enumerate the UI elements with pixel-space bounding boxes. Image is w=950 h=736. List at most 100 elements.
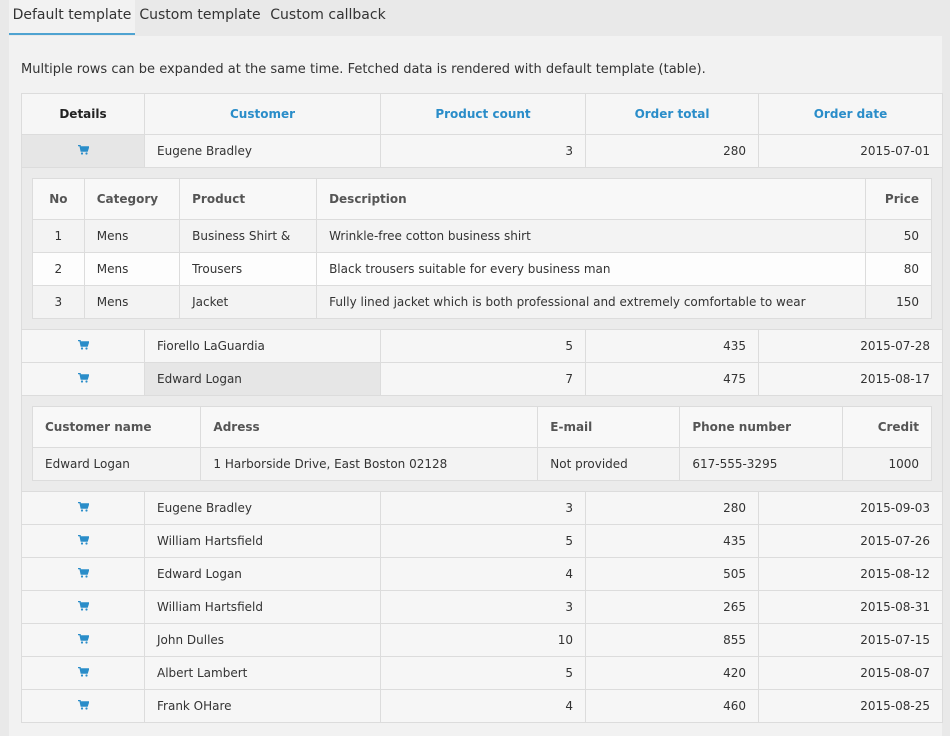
detail-row: 1 Mens Business Shirt & Wrinkle-free cot…	[32, 219, 932, 253]
order-total-cell: 435	[585, 524, 759, 558]
grid-header-row: Details Customer Product count Order tot…	[21, 93, 943, 135]
expand-details-button[interactable]	[21, 329, 145, 363]
detail-cell: Mens	[83, 285, 181, 319]
order-date-cell: 2015-07-28	[758, 329, 943, 363]
expand-details-button[interactable]	[21, 656, 145, 690]
detail-cell: 617-555-3295	[679, 447, 843, 481]
shopping-cart-icon	[77, 633, 89, 647]
detail-header: Phone number	[679, 406, 843, 448]
order-date-cell: 2015-08-25	[758, 689, 943, 723]
detail-cell: Black trousers suitable for every busine…	[316, 252, 867, 286]
order-date-cell: 2015-07-26	[758, 524, 943, 558]
detail-cell: Fully lined jacket which is both profess…	[316, 285, 867, 319]
product-count-cell: 5	[380, 524, 586, 558]
tab-default-template[interactable]: Default template	[9, 0, 135, 35]
detail-header: Description	[316, 178, 867, 220]
detail-header: Adress	[200, 406, 539, 448]
detail-header-row: Customer name Adress E-mail Phone number…	[31, 406, 933, 448]
order-date-cell: 2015-07-01	[758, 134, 943, 168]
detail-cell: 1 Harborside Drive, East Boston 02128	[200, 447, 539, 481]
detail-row: 3 Mens Jacket Fully lined jacket which i…	[32, 285, 932, 319]
order-total-cell: 475	[585, 362, 759, 396]
detail-container: Customer name Adress E-mail Phone number…	[21, 395, 943, 492]
product-count-cell: 3	[380, 134, 586, 168]
orders-grid: Details Customer Product count Order tot…	[21, 93, 943, 723]
order-total-cell: 435	[585, 329, 759, 363]
product-count-cell: 3	[380, 491, 586, 525]
table-row[interactable]: Edward Logan 7 475 2015-08-17	[21, 362, 943, 396]
remaining-rows: Eugene Bradley 3 280 2015-09-03 William Hart…	[21, 491, 943, 723]
detail-header: Product	[179, 178, 318, 220]
detail-header-row: No Category Product Description Price	[32, 178, 932, 220]
expand-details-button[interactable]	[21, 524, 145, 558]
order-date-cell: 2015-07-15	[758, 623, 943, 657]
detail-header: Category	[83, 178, 181, 220]
header-order-date[interactable]: Order date	[758, 93, 943, 135]
order-total-cell: 280	[585, 134, 759, 168]
customer-cell: Eugene Bradley	[144, 134, 381, 168]
header-details: Details	[21, 93, 145, 135]
detail-cell: 1000	[841, 447, 933, 481]
detail-header: Price	[865, 178, 932, 220]
shopping-cart-icon	[77, 534, 89, 548]
expand-details-button[interactable]	[21, 623, 145, 657]
shopping-cart-icon	[77, 699, 89, 713]
product-count-cell: 4	[380, 557, 586, 591]
expand-details-button[interactable]	[21, 362, 145, 396]
header-customer[interactable]: Customer	[144, 93, 381, 135]
customer-cell: William Hartsfield	[144, 590, 381, 624]
customer-cell: Frank OHare	[144, 689, 381, 723]
order-total-cell: 280	[585, 491, 759, 525]
table-row[interactable]: Eugene Bradley 3 280 2015-09-03	[21, 491, 943, 525]
order-date-cell: 2015-08-07	[758, 656, 943, 690]
table-row[interactable]: William Hartsfield 5 435 2015-07-26	[21, 524, 943, 558]
table-row[interactable]: John Dulles 10 855 2015-07-15	[21, 623, 943, 657]
shopping-cart-icon	[77, 372, 89, 386]
product-count-cell: 7	[380, 362, 586, 396]
table-row[interactable]: Albert Lambert 5 420 2015-08-07	[21, 656, 943, 690]
order-total-cell: 460	[585, 689, 759, 723]
detail-container: No Category Product Description Price 1 …	[21, 167, 943, 330]
header-order-total[interactable]: Order total	[585, 93, 759, 135]
expand-details-button[interactable]	[21, 557, 145, 591]
detail-cell: 3	[32, 285, 85, 319]
detail-cell: Edward Logan	[31, 447, 202, 481]
detail-cell: 1	[32, 219, 85, 253]
customer-cell: John Dulles	[144, 623, 381, 657]
order-date-cell: 2015-08-31	[758, 590, 943, 624]
customer-detail-table: Customer name Adress E-mail Phone number…	[31, 406, 933, 481]
expand-details-button[interactable]	[21, 134, 145, 168]
detail-row: 2 Mens Trousers Black trousers suitable …	[32, 252, 932, 286]
table-row[interactable]: Eugene Bradley 3 280 2015-07-01	[21, 134, 943, 168]
detail-cell: Wrinkle-free cotton business shirt	[316, 219, 867, 253]
customer-cell: Albert Lambert	[144, 656, 381, 690]
header-product-count[interactable]: Product count	[380, 93, 586, 135]
detail-cell: Trousers	[179, 252, 318, 286]
table-row[interactable]: Frank OHare 4 460 2015-08-25	[21, 689, 943, 723]
expand-details-button[interactable]	[21, 689, 145, 723]
expand-details-button[interactable]	[21, 491, 145, 525]
table-row[interactable]: Edward Logan 4 505 2015-08-12	[21, 557, 943, 591]
expand-details-button[interactable]	[21, 590, 145, 624]
order-total-cell: 505	[585, 557, 759, 591]
product-count-cell: 5	[380, 656, 586, 690]
detail-cell: Jacket	[179, 285, 318, 319]
tab-custom-template[interactable]: Custom template	[137, 0, 263, 33]
order-date-cell: 2015-08-12	[758, 557, 943, 591]
customer-cell: Edward Logan	[144, 557, 381, 591]
table-row[interactable]: William Hartsfield 3 265 2015-08-31	[21, 590, 943, 624]
table-row[interactable]: Fiorello LaGuardia 5 435 2015-07-28	[21, 329, 943, 363]
detail-cell: 50	[865, 219, 932, 253]
detail-row-customer: Customer name Adress E-mail Phone number…	[21, 395, 943, 492]
detail-row: Edward Logan 1 Harborside Drive, East Bo…	[31, 447, 933, 481]
shopping-cart-icon	[77, 339, 89, 353]
detail-cell: 2	[32, 252, 85, 286]
order-total-cell: 855	[585, 623, 759, 657]
description-text: Multiple rows can be expanded at the sam…	[21, 62, 706, 77]
detail-header: E-mail	[537, 406, 681, 448]
shopping-cart-icon	[77, 666, 89, 680]
product-count-cell: 5	[380, 329, 586, 363]
customer-cell: Edward Logan	[144, 362, 381, 396]
tab-custom-callback[interactable]: Custom callback	[267, 0, 389, 33]
order-total-cell: 265	[585, 590, 759, 624]
